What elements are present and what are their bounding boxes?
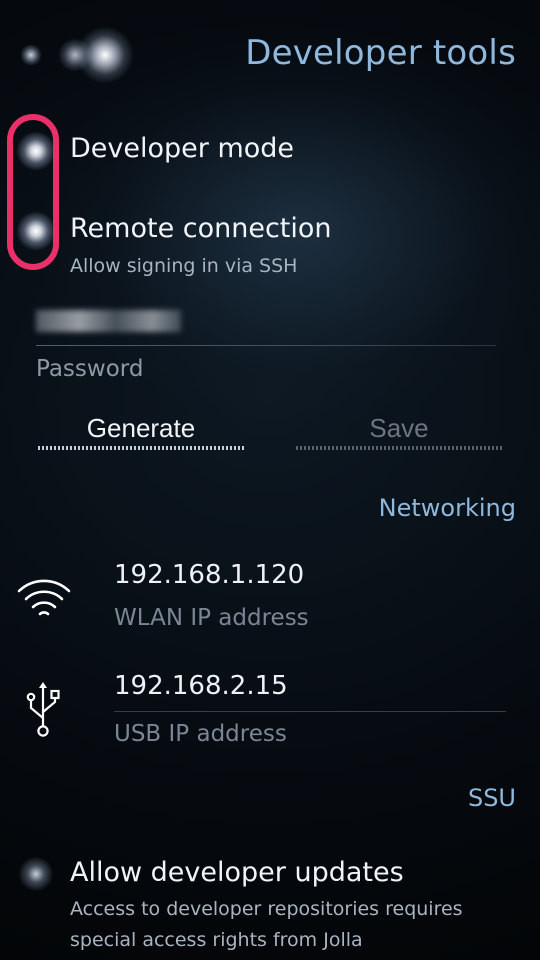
usb-icon [24,678,64,742]
generate-button[interactable]: Generate [36,400,246,456]
networking-section-header: Networking [378,494,516,522]
generate-button-label: Generate [86,413,196,443]
remote-connection-description: Allow signing in via SSH [70,255,298,277]
button-underline [296,446,502,450]
save-button-label: Save [369,413,429,443]
redacted-username [36,310,181,332]
allow-developer-updates-description: Access to developer repositories require… [70,898,463,920]
save-button[interactable]: Save [294,400,504,456]
wifi-icon [16,576,72,624]
wlan-ip-label: WLAN IP address [114,605,309,631]
allow-developer-updates-description: special access rights from Jolla [70,929,363,951]
username-field[interactable] [36,300,496,344]
wlan-ip-value[interactable]: 192.168.1.120 [114,560,304,590]
developer-tools-screen: Developer tools Developer mode Remote co… [0,0,540,960]
highlight-annotation [7,114,59,270]
page-title: Developer tools [245,33,516,73]
password-label: Password [36,356,144,382]
ssu-section-header: SSU [467,784,516,812]
usb-ip-value[interactable]: 192.168.2.15 [114,671,288,701]
username-field-underline [36,345,496,346]
pulley-menu-indicator-dot [76,26,134,84]
switch-indicator-icon[interactable] [16,854,56,894]
usb-ip-underline [114,711,506,712]
usb-ip-label: USB IP address [114,721,287,747]
remote-connection-label: Remote connection [70,213,332,244]
button-underline [38,446,244,450]
pulley-menu-indicator-dot [20,44,42,66]
developer-mode-label: Developer mode [70,133,295,164]
allow-developer-updates-label: Allow developer updates [70,857,404,888]
